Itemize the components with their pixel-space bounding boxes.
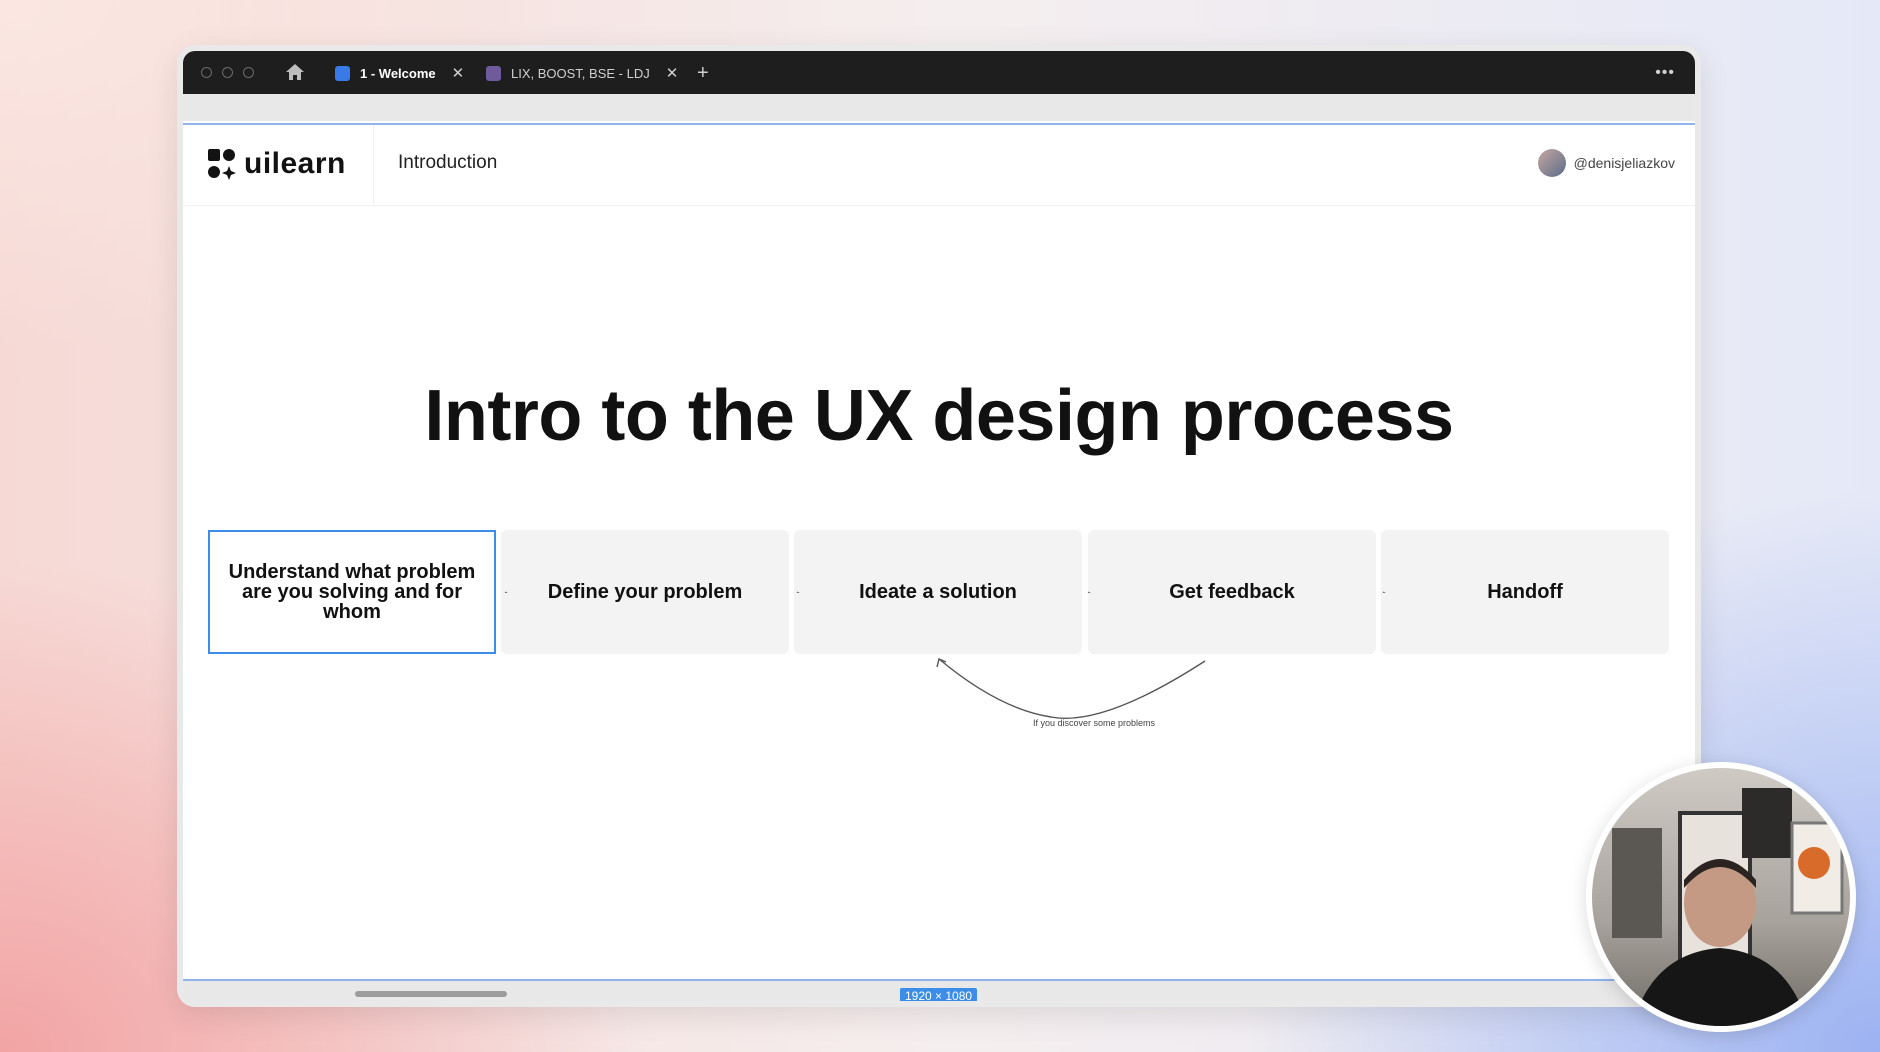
tab-lix-boost[interactable]: LIX, BOOST, BSE - LDJ ✕ — [476, 59, 688, 87]
frame-size-badge: 1920 × 1080 — [900, 988, 978, 1001]
close-icon[interactable]: ✕ — [452, 64, 465, 82]
figma-window: 1 - Welcome ✕ LIX, BOOST, BSE - LDJ ✕ + … — [177, 45, 1701, 1007]
avatar — [1537, 149, 1566, 177]
uilearn-logo-icon — [208, 149, 236, 180]
slide-canvas[interactable]: uilearn Introduction @denisjeliazkov Int… — [183, 125, 1695, 979]
arrow-right-icon — [796, 591, 800, 593]
minimize-window-button[interactable] — [222, 67, 233, 78]
username: @denisjeliazkov — [1573, 155, 1675, 171]
feedback-loop-arrow-icon — [936, 658, 1206, 720]
top-ruler — [183, 94, 1695, 121]
webcam-overlay — [1586, 762, 1856, 1032]
window-controls — [201, 67, 254, 78]
section-title: Introduction — [398, 152, 498, 173]
app-header: uilearn Introduction @denisjeliazkov — [183, 125, 1695, 206]
more-menu-icon[interactable]: ••• — [1655, 59, 1675, 87]
slide-title: Intro to the UX design process — [424, 376, 1454, 456]
header-divider — [373, 125, 374, 205]
loop-label: If you discover some problems — [1032, 718, 1156, 728]
user-info: @denisjeliazkov — [1537, 149, 1675, 177]
title-bar: 1 - Welcome ✕ LIX, BOOST, BSE - LDJ ✕ + … — [183, 51, 1695, 94]
tab-label: LIX, BOOST, BSE - LDJ — [511, 65, 650, 81]
arrow-right-icon — [504, 591, 508, 593]
close-icon[interactable]: ✕ — [666, 64, 679, 82]
tab-welcome[interactable]: 1 - Welcome ✕ — [325, 59, 474, 87]
arrow-right-icon — [1382, 591, 1386, 593]
arrow-right-icon — [1087, 591, 1091, 593]
logo: uilearn — [207, 147, 346, 181]
maximize-window-button[interactable] — [243, 67, 254, 78]
presenter-video-icon — [1612, 788, 1844, 1026]
figma-file-icon — [335, 65, 350, 81]
figjam-file-icon — [486, 65, 501, 81]
step-feedback[interactable]: Get feedback — [1088, 530, 1376, 654]
new-tab-button[interactable]: + — [697, 59, 709, 87]
horizontal-scrollbar[interactable] — [355, 991, 507, 997]
close-window-button[interactable] — [201, 67, 212, 78]
tab-label: 1 - Welcome — [360, 65, 436, 81]
step-understand[interactable]: Understand what problem are you solving … — [208, 530, 496, 654]
logo-text: uilearn — [244, 147, 346, 180]
step-handoff[interactable]: Handoff — [1381, 530, 1669, 654]
step-define[interactable]: Define your problem — [501, 530, 789, 654]
home-icon[interactable] — [285, 63, 305, 81]
step-ideate[interactable]: Ideate a solution — [794, 530, 1082, 654]
